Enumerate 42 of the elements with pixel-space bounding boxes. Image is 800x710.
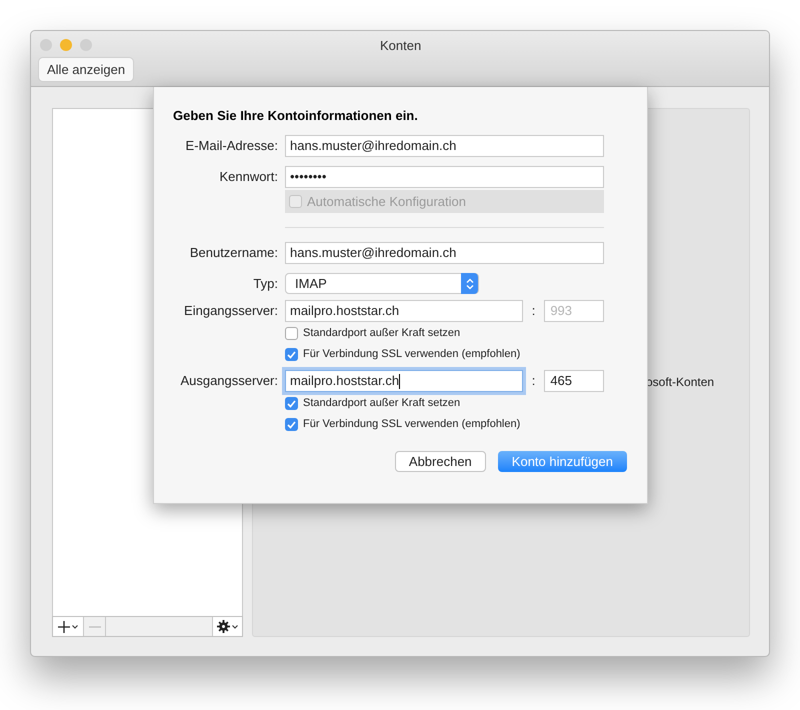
window-control-icon[interactable] xyxy=(60,38,72,50)
port-field[interactable]: 465 xyxy=(544,370,604,392)
field-label: Kennwort: xyxy=(218,168,278,186)
field-label: Typ: xyxy=(252,274,278,293)
input-field[interactable]: mailpro.hoststar.ch xyxy=(285,370,523,392)
text-cursor xyxy=(399,374,400,388)
field-label: Eingangsserver: xyxy=(183,302,278,320)
dialog-heading: Geben Sie Ihre Kontoinformationen ein. xyxy=(173,107,419,125)
plus-icon xyxy=(58,620,70,632)
field-label: Benutzername: xyxy=(188,244,278,262)
window-control-icon[interactable] xyxy=(40,38,52,50)
checkbox[interactable] xyxy=(285,397,298,410)
checkbox[interactable] xyxy=(285,348,298,361)
port-separator: : xyxy=(530,372,536,390)
checkbox-option[interactable]: Standardport außer Kraft setzen xyxy=(285,324,460,343)
field-label: Ausgangsserver: xyxy=(179,372,278,390)
input-field[interactable]: hans.muster@ihredomain.ch xyxy=(285,135,604,157)
field-label: E-Mail-Adresse: xyxy=(184,137,278,156)
window-title: Konten xyxy=(380,37,422,55)
chevron-down-icon xyxy=(232,624,238,628)
port-separator: : xyxy=(530,302,536,320)
add-button[interactable] xyxy=(53,617,84,636)
panel-text: osoft-Konten xyxy=(646,374,714,391)
checkbox-option: Automatische Konfiguration xyxy=(285,190,604,213)
checkbox-option[interactable]: Für Verbindung SSL verwenden (empfohlen) xyxy=(285,415,520,434)
port-field: 993 xyxy=(544,300,604,322)
cancel-button[interactable]: Abbrechen xyxy=(394,451,486,472)
checkbox[interactable] xyxy=(285,418,298,431)
checkbox-option[interactable]: Standardport außer Kraft setzen xyxy=(285,394,460,413)
window-control-icon[interactable] xyxy=(80,38,92,50)
checkbox[interactable] xyxy=(285,327,298,340)
chevron-down-icon xyxy=(72,624,78,628)
input-field[interactable]: mailpro.hoststar.ch xyxy=(285,300,523,322)
type-dropdown[interactable]: IMAP xyxy=(285,273,479,294)
settings-icon xyxy=(217,620,230,633)
show-all-button[interactable]: Alle anzeigen xyxy=(39,58,134,82)
settings-button[interactable] xyxy=(212,617,242,636)
input-field[interactable]: •••••••• xyxy=(285,166,604,188)
minus-icon xyxy=(88,626,100,628)
input-field[interactable]: hans.muster@ihredomain.ch xyxy=(285,242,604,264)
stepper-icon xyxy=(466,278,474,290)
checkbox-option[interactable]: Für Verbindung SSL verwenden (empfohlen) xyxy=(285,345,520,364)
